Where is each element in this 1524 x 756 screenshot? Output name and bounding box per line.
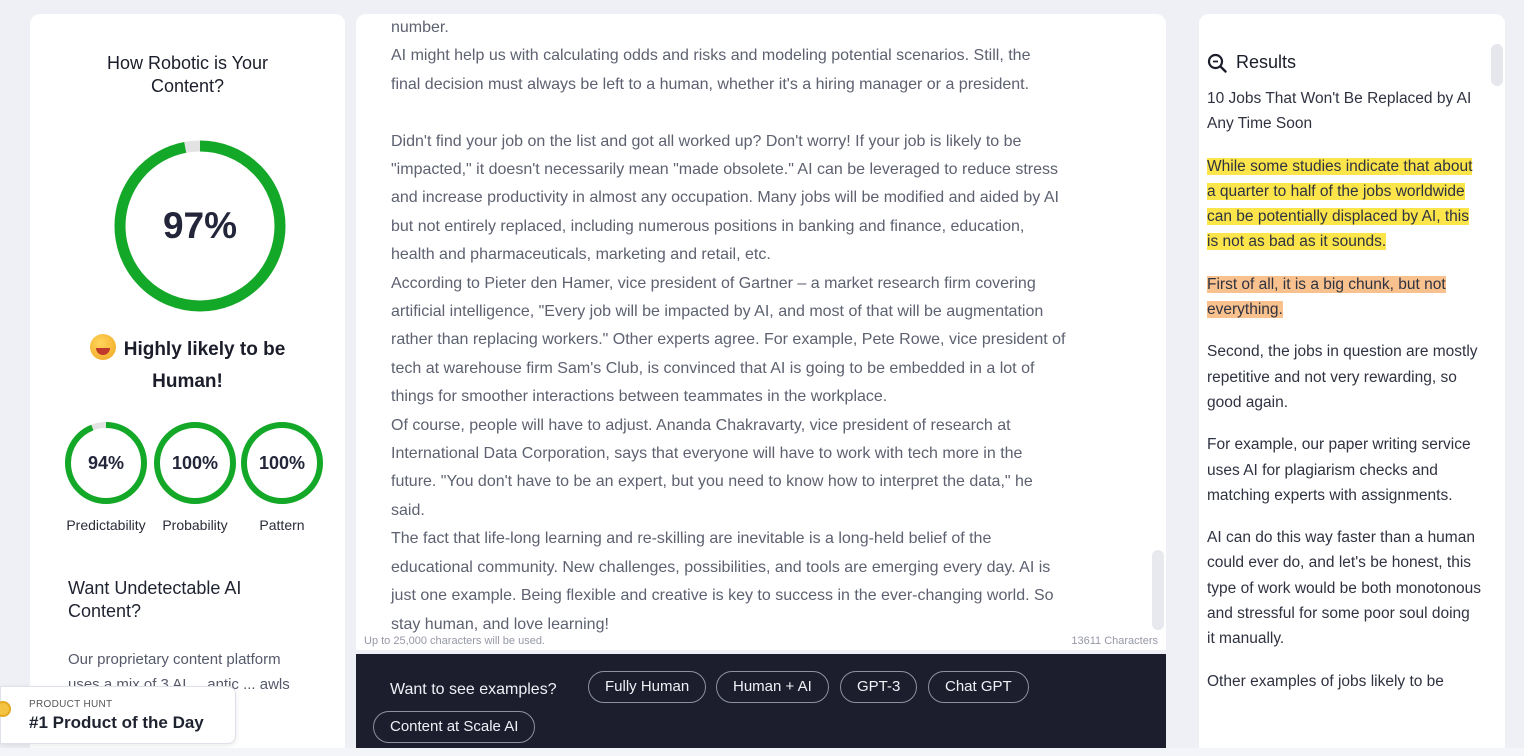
results-panel: Results 10 Jobs That Won't Be Replaced b…: [1199, 14, 1505, 756]
magnifier-icon: [1207, 53, 1227, 73]
verdict-line-2: Human!: [152, 371, 223, 392]
medal-icon: [0, 701, 11, 717]
results-header: Results: [1207, 52, 1296, 73]
character-count: 13611 Characters: [1071, 635, 1158, 647]
article-line: artificial intelligence, "Every job will…: [391, 303, 1044, 321]
result-sentence: AI can do this way faster than a human c…: [1207, 529, 1482, 648]
metric-value: 94%: [87, 452, 125, 473]
article-line: health and pharmaceuticals, marketing an…: [391, 246, 771, 264]
article-line: just one example. Being flexible and cre…: [391, 587, 1054, 605]
article-line: International Data Corporation, says tha…: [391, 445, 1023, 463]
result-sentence: Second, the jobs in question are mostly …: [1207, 343, 1478, 411]
metric-label: Predictability: [66, 517, 146, 533]
example-fully-human-button[interactable]: Fully Human: [588, 671, 707, 703]
article-line: educational community. New challenges, p…: [391, 558, 1051, 576]
article-line: According to Pieter den Hamer, vice pres…: [391, 274, 1036, 292]
article-line: and increase productivity in almost any …: [391, 189, 1059, 207]
metric-predictability: 94% Predictability: [61, 420, 151, 536]
example-gpt3-button[interactable]: GPT-3: [840, 671, 918, 703]
article-line: said.: [391, 501, 425, 519]
verdict: Highly likely to be Human!: [30, 334, 345, 398]
article-line: Didn't find your job on the list and got…: [391, 132, 1022, 150]
results-title: 10 Jobs That Won't Be Replaced by AI Any…: [1207, 90, 1472, 133]
article-text[interactable]: number. AI might help us with calculating…: [391, 14, 1116, 639]
promo-title: Want Undetectable AI Content?: [68, 578, 242, 621]
metric-label: Probability: [162, 517, 228, 533]
examples-bar: Want to see examples? Fully Human Human …: [356, 654, 1166, 748]
page-bottom-strip: [0, 748, 1524, 756]
metric-value: 100%: [171, 452, 219, 473]
product-hunt-label: PRODUCT HUNT: [29, 699, 113, 710]
result-sentence: Other examples of jobs likely to be: [1207, 672, 1444, 690]
results-body: 10 Jobs That Won't Be Replaced by AI Any…: [1207, 86, 1481, 711]
highlighted-sentence: While some studies indicate that about a…: [1207, 157, 1473, 251]
article-line: future. "You don't have to be an expert,…: [391, 473, 1033, 491]
overall-score-ring: 97%: [112, 138, 288, 314]
product-hunt-award: #1 Product of the Day: [29, 713, 204, 732]
metric-value: 100%: [258, 452, 306, 473]
overall-score-value: 97%: [162, 205, 238, 246]
examples-question: Want to see examples?: [390, 681, 557, 698]
content-editor[interactable]: number. AI might help us with calculating…: [356, 14, 1166, 650]
article-line: AI might help us with calculating odds a…: [391, 47, 1031, 65]
metric-pattern: 100% Pattern: [237, 420, 327, 536]
grinning-face-icon: [89, 334, 116, 360]
example-chat-gpt-button[interactable]: Chat GPT: [928, 671, 1029, 703]
article-line: [391, 99, 1116, 127]
metric-probability: 100% Probability: [150, 420, 240, 536]
results-heading: Results: [1236, 52, 1297, 72]
result-sentence: For example, our paper writing service u…: [1207, 436, 1471, 504]
example-content-at-scale-button[interactable]: Content at Scale AI: [373, 711, 536, 743]
detector-title: How Robotic is Your Content?: [106, 53, 269, 96]
example-human-ai-button[interactable]: Human + AI: [716, 671, 829, 703]
article-line: things for smoother interactions between…: [391, 388, 888, 406]
character-limit-note: Up to 25,000 characters will be used.: [364, 635, 545, 647]
detector-panel: How Robotic is Your Content? 97% Highly …: [30, 14, 345, 756]
editor-footer: Up to 25,000 characters will be used. 13…: [364, 634, 1158, 650]
verdict-line-1: Highly likely to be: [123, 339, 286, 360]
product-hunt-badge[interactable]: PRODUCT HUNT #1 Product of the Day: [0, 686, 236, 744]
article-line: "impacted," it doesn't necessarily mean …: [391, 161, 1059, 179]
results-scrollbar[interactable]: [1491, 44, 1503, 86]
article-line: number.: [391, 19, 449, 36]
metric-label: Pattern: [259, 517, 305, 533]
article-line: rather than replacing workers." Other ex…: [391, 331, 1066, 349]
article-line: The fact that life-long learning and re-…: [391, 530, 992, 548]
article-line: Of course, people will have to adjust. A…: [391, 416, 1011, 434]
article-line: but not entirely replaced, including num…: [391, 217, 1025, 235]
highlighted-sentence: First of all, it is a big chunk, but not…: [1207, 275, 1446, 319]
editor-scrollbar[interactable]: [1152, 550, 1164, 630]
article-line: final decision must always be left to a …: [391, 75, 1030, 93]
article-line: tech at warehouse firm Sam's Club, is co…: [391, 359, 1035, 377]
